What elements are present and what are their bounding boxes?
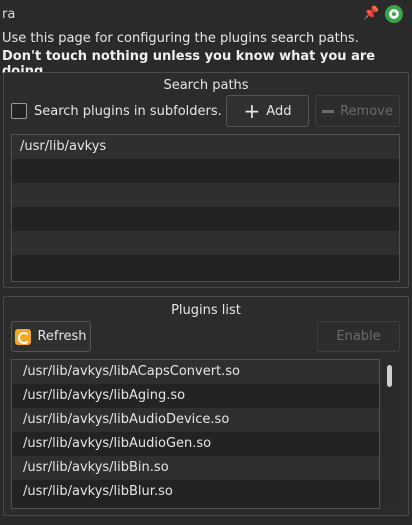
info-text: Use this page for configuring the plugin… — [2, 31, 359, 46]
list-item[interactable] — [12, 183, 399, 207]
plus-icon: + — [243, 99, 261, 123]
plugin-item[interactable]: /usr/lib/avkys/libAudioDevice.so — [12, 408, 379, 432]
plugin-item[interactable]: /usr/lib/avkys/libAudioGen.so — [12, 432, 379, 456]
scrollbar-thumb[interactable] — [387, 365, 392, 387]
enable-button[interactable]: Enable — [317, 321, 400, 352]
remove-button[interactable]: Remove — [315, 95, 400, 127]
refresh-icon — [15, 328, 32, 345]
app-badge-icon[interactable] — [385, 5, 403, 23]
subfolders-option[interactable]: Search plugins in subfolders. — [11, 102, 222, 120]
list-item[interactable] — [12, 255, 399, 279]
remove-label: Remove — [340, 103, 393, 119]
add-button[interactable]: + Add — [226, 95, 309, 127]
plugin-item[interactable]: /usr/lib/avkys/libBlur.so — [12, 480, 379, 504]
subfolders-label: Search plugins in subfolders. — [34, 103, 222, 119]
plugin-item[interactable]: /usr/lib/avkys/libAging.so — [12, 384, 379, 408]
plugin-item[interactable]: /usr/lib/avkys/libACapsConvert.so — [12, 360, 379, 384]
list-item[interactable] — [12, 207, 399, 231]
search-paths-group: Search paths Search plugins in subfolder… — [3, 72, 409, 288]
plugins-scrollbar[interactable] — [382, 359, 400, 509]
list-item[interactable] — [12, 231, 399, 255]
add-label: Add — [266, 103, 292, 119]
refresh-label: Refresh — [37, 329, 87, 344]
search-paths-title: Search paths — [163, 78, 249, 93]
list-item[interactable] — [12, 159, 399, 183]
enable-label: Enable — [336, 329, 381, 344]
plugins-list-title: Plugins list — [171, 303, 241, 318]
refresh-button[interactable]: Refresh — [11, 321, 91, 352]
pin-icon[interactable]: 📌 — [363, 6, 379, 22]
title-bar: ra 📌 — [0, 0, 412, 28]
plugins-list[interactable]: /usr/lib/avkys/libACapsConvert.so /usr/l… — [11, 359, 380, 509]
plugins-list-group: Plugins list Refresh Enable /usr/lib/avk… — [3, 296, 409, 516]
subfolders-checkbox[interactable] — [11, 103, 27, 119]
search-paths-list[interactable]: /usr/lib/avkys — [11, 134, 400, 282]
window-title: ra — [2, 7, 16, 22]
list-item[interactable]: /usr/lib/avkys — [12, 135, 399, 159]
minus-icon — [322, 109, 335, 113]
plugin-item[interactable]: /usr/lib/avkys/libBin.so — [12, 456, 379, 480]
